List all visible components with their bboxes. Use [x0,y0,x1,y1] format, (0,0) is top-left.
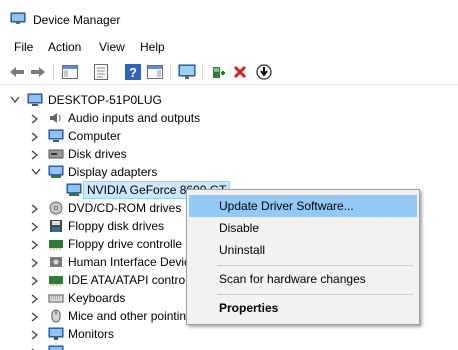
scan-monitor-icon[interactable] [178,63,196,81]
floppy-icon [50,220,62,232]
menu-item-label: Disable [219,221,260,235]
tree-item-label: Display adapters [68,165,158,179]
computer-icon [48,129,64,142]
tree-item-label: Human Interface Devic [68,255,191,269]
chevron-right-icon[interactable] [31,145,41,163]
tree-item-label: Disk drives [68,147,127,161]
chevron-right-icon[interactable] [31,199,41,217]
menu-item-disable[interactable]: Disable [189,217,417,239]
tree-item-label: IDE ATA/ATAPI contro [68,273,186,287]
tree-item-label: Mice and other pointing [68,309,193,323]
menu-item-properties[interactable]: Properties [189,297,417,319]
tree-item-label: Floppy disk drives [68,219,165,233]
controller-icon [49,240,63,250]
hid-icon [50,257,62,267]
computer-icon [27,93,43,106]
chevron-right-icon[interactable] [31,271,41,289]
window-title: Device Manager [33,13,121,27]
toolbar-separator [202,64,203,80]
menu-item-label: Update Driver Software... [219,199,354,213]
tree-item-partial[interactable] [0,343,458,350]
toolbar-separator [170,64,171,80]
tree-item-label: Keyboards [68,291,126,305]
menu-item-update-driver[interactable]: Update Driver Software... [189,195,417,217]
display-adapter-icon [66,183,82,196]
menu-item-label: Properties [219,301,279,315]
back-arrow-icon[interactable] [8,63,26,81]
chevron-down-icon[interactable] [10,91,20,109]
menu-view[interactable]: View [97,40,127,54]
tree-item-label: Audio inputs and outputs [68,111,201,125]
menu-bar: File Action View Help [0,38,458,58]
network-adapter-icon [48,345,64,350]
toolbar: ? [0,60,458,85]
mouse-icon [51,309,61,323]
help-icon[interactable]: ? [124,63,142,81]
dvd-icon [49,201,63,215]
svg-text:?: ? [129,65,137,80]
chevron-right-icon[interactable] [31,235,41,253]
menu-action[interactable]: Action [46,40,83,54]
menu-item-uninstall[interactable]: Uninstall [189,239,417,261]
device-manager-icon [10,12,26,24]
ide-icon [49,276,63,286]
chevron-right-icon[interactable] [31,325,41,343]
menu-separator [217,265,413,266]
menu-separator [217,294,413,295]
tree-item-monitors[interactable]: Monitors [0,325,458,343]
tree-item-computer[interactable]: Computer [0,127,458,145]
display-adapter-icon [48,165,64,178]
tree-root-label: DESKTOP-51P0LUG [48,93,162,107]
forward-arrow-icon[interactable] [29,63,47,81]
chevron-right-icon[interactable] [31,289,41,307]
properties-icon[interactable] [92,63,110,81]
menu-file[interactable]: File [12,40,35,54]
chevron-right-icon[interactable] [31,109,41,127]
keyboard-icon [48,294,64,303]
chevron-right-icon[interactable] [31,307,41,325]
context-menu: Update Driver Software... Disable Uninst… [186,189,420,325]
tree-root[interactable]: DESKTOP-51P0LUG [0,91,458,109]
action-pane-icon[interactable] [146,63,164,81]
chevron-right-icon[interactable] [31,343,41,350]
tree-item-audio[interactable]: Audio inputs and outputs [0,109,458,127]
uninstall-x-icon[interactable] [231,63,249,81]
tree-item-label: DVD/CD-ROM drives [68,201,182,215]
tree-item-label: Monitors [68,327,115,341]
tree-item-label: Floppy drive controlle [68,237,183,251]
disk-drive-icon [48,149,64,159]
tree-item-display-adapters[interactable]: Display adapters [0,163,458,181]
toolbar-separator [53,64,54,80]
menu-help[interactable]: Help [138,40,167,54]
chevron-right-icon[interactable] [31,127,41,145]
menu-item-label: Scan for hardware changes [219,272,366,286]
update-driver-icon[interactable] [210,63,228,81]
console-tree-icon[interactable] [61,63,79,81]
chevron-down-icon[interactable] [31,163,41,181]
tree-item-label: Computer [68,129,121,143]
chevron-right-icon[interactable] [31,217,41,235]
chevron-right-icon[interactable] [31,253,41,271]
tree-item-disk-drives[interactable]: Disk drives [0,145,458,163]
speaker-icon [50,113,61,123]
monitor-icon [48,327,64,340]
download-driver-icon[interactable] [255,63,273,81]
menu-item-scan-hardware[interactable]: Scan for hardware changes [189,268,417,290]
title-bar: Device Manager [0,0,458,36]
menu-item-label: Uninstall [219,243,266,257]
